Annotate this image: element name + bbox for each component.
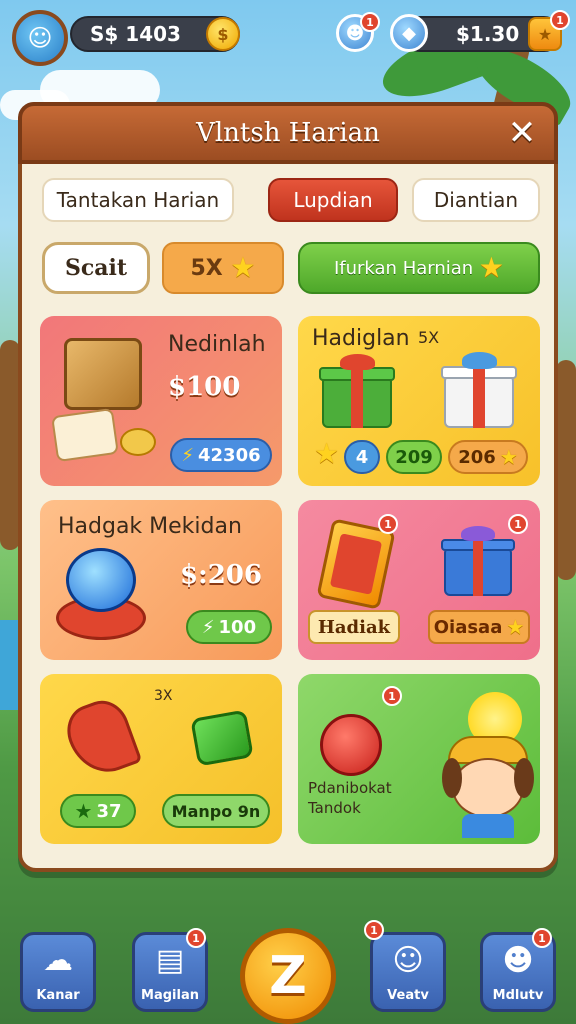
tab-label: Diantian: [433, 188, 519, 212]
value-pill: ⚡ 42306: [170, 438, 272, 472]
multiplier-tag: 5X: [418, 328, 440, 347]
pill-value: 206: [458, 446, 496, 468]
star-icon: ★: [478, 251, 505, 284]
value-pill: ⚡ 100: [186, 610, 272, 644]
tab-label: Tantakan Harian: [56, 188, 220, 212]
reward-card-gifts[interactable]: Hadiglan 5X ★ 4 209 206 ★: [298, 316, 540, 486]
notification-badge: 1: [508, 514, 528, 534]
pet-icon: ☺: [392, 943, 424, 978]
label-line: Tandok: [308, 799, 361, 817]
tab-daily-challenge[interactable]: Tantakan Harian: [42, 178, 234, 222]
pill-value: 100: [218, 616, 257, 638]
pig-icon: ☺: [27, 24, 53, 52]
close-button[interactable]: ✕: [504, 115, 540, 151]
start-bubble[interactable]: Scait: [42, 242, 150, 294]
label-line: Pdanibokat: [308, 779, 392, 797]
action-row: Scait 5X ★ Ifurkan Harnian ★: [22, 242, 554, 294]
character-icon: [438, 728, 538, 838]
star-icon: ★: [506, 615, 525, 639]
notification-badge: 1: [186, 928, 206, 948]
notification-badge: 1: [360, 12, 380, 32]
pill-value: Manpo 9n: [171, 801, 261, 821]
bottom-nav: ☁ Kanar ▤ Magilan 1 Z ☺ Veatv 1 ☻ Mdlutv…: [0, 920, 576, 1024]
nav-label: Magilan: [141, 988, 199, 1003]
pill-value: 4: [355, 446, 369, 468]
star-icon: ★: [499, 445, 518, 469]
multiplier-tag: 3X: [154, 688, 173, 704]
notification-badge: 1: [550, 10, 570, 30]
palm-trunk: [0, 340, 20, 550]
gem-pill: 4: [344, 440, 380, 474]
crate-icon: [64, 338, 142, 410]
cards-icon: [51, 407, 119, 463]
coin-icon[interactable]: $: [206, 17, 240, 51]
notification-badge: 1: [378, 514, 398, 534]
notification-badge: 1: [382, 686, 402, 706]
blue-gem-icon: [66, 548, 136, 612]
reward-card-boost[interactable]: 3X ★ 37 Manpo 9n: [40, 674, 282, 844]
pill-value: 37: [96, 800, 122, 822]
modal-header: Vlntsh Harian ✕: [18, 102, 558, 164]
nav-label: Kanar: [36, 988, 80, 1003]
gem-icon[interactable]: ◆: [390, 14, 428, 52]
pill-value: 209: [395, 446, 433, 468]
green-candy-icon: [190, 709, 254, 767]
reward-card-character[interactable]: 1 Pdanibokat Tandok: [298, 674, 540, 844]
modal-title: Vlntsh Harian: [196, 118, 380, 148]
tab-label: Lupdian: [293, 188, 373, 212]
claim-daily-button[interactable]: Ifurkan Harnian ★: [298, 242, 540, 294]
apple-icon: [320, 714, 382, 776]
currency-value-right: $1.30: [456, 22, 520, 46]
pill-value: 42306: [198, 444, 261, 466]
bolt-icon: ⚡: [181, 444, 194, 466]
daily-modal: Vlntsh Harian ✕ Tantakan Harian Lupdian …: [18, 102, 558, 872]
card-title: Nedinlah: [168, 332, 266, 357]
item-label: Oiasaa ★: [428, 610, 530, 644]
reward-card-items[interactable]: 1 1 Hadiak Oiasaa ★: [298, 500, 540, 660]
bear-icon: ☻: [502, 943, 534, 978]
blue-gift-icon: [441, 526, 515, 596]
tab-rewards[interactable]: Lupdian: [268, 178, 398, 222]
card-title: Hadiglan: [312, 326, 410, 351]
center-action-button[interactable]: Z: [240, 928, 336, 1024]
multiplier-chip[interactable]: 5X ★: [162, 242, 284, 294]
card-price: $100: [168, 372, 241, 402]
item-label-text: Oiasaa: [433, 616, 503, 638]
card-title: Pdanibokat Tandok: [308, 778, 392, 818]
white-gift-icon: [441, 352, 517, 428]
bolt-icon: ⚡: [201, 616, 215, 638]
chat-icon: ▤: [155, 943, 185, 978]
green-gift-icon: [319, 354, 395, 428]
multiplier-label: 5X: [190, 255, 223, 281]
notification-badge: 1: [364, 920, 384, 940]
star-icon: ★: [314, 437, 340, 470]
coins-icon: [120, 428, 156, 456]
card-title: Hadgak Mekidan: [58, 514, 242, 539]
red-boot-icon: [59, 693, 143, 783]
item-label-text: Hadiak: [317, 616, 391, 638]
top-hud: ☺ S$ 1403 $ ☻ 1 $1.30 ◆ ★ 1: [0, 8, 576, 66]
nav-item-kanar[interactable]: ☁ Kanar: [20, 932, 96, 1012]
reward-card-gem[interactable]: Hadgak Mekidan $:206 ⚡ 100: [40, 500, 282, 660]
profile-avatar[interactable]: ☺: [12, 10, 68, 66]
card-price: $:206: [180, 560, 262, 590]
claim-label: Ifurkan Harnian: [333, 257, 474, 279]
star-icon: ★: [74, 799, 93, 823]
item-label: Hadiak: [308, 610, 400, 644]
notification-badge: 1: [532, 928, 552, 948]
currency-value-left: S$ 1403: [90, 22, 181, 46]
center-label: Z: [269, 946, 307, 1006]
orange-pill: 206 ★: [448, 440, 528, 474]
label-pill: Manpo 9n: [162, 794, 270, 828]
green-pill: 209: [386, 440, 442, 474]
nav-item-veatv[interactable]: ☺ Veatv: [370, 932, 446, 1012]
nav-label: Veatv: [387, 988, 429, 1003]
value-pill: ★ 37: [60, 794, 136, 828]
palm-trunk: [556, 360, 576, 580]
ghost-icon: ☁: [43, 943, 73, 978]
nav-label: Mdlutv: [492, 988, 544, 1003]
tab-other[interactable]: Diantian: [412, 178, 540, 222]
star-icon: ★: [230, 251, 256, 284]
reward-card-crate[interactable]: Nedinlah $100 ⚡ 42306: [40, 316, 282, 486]
